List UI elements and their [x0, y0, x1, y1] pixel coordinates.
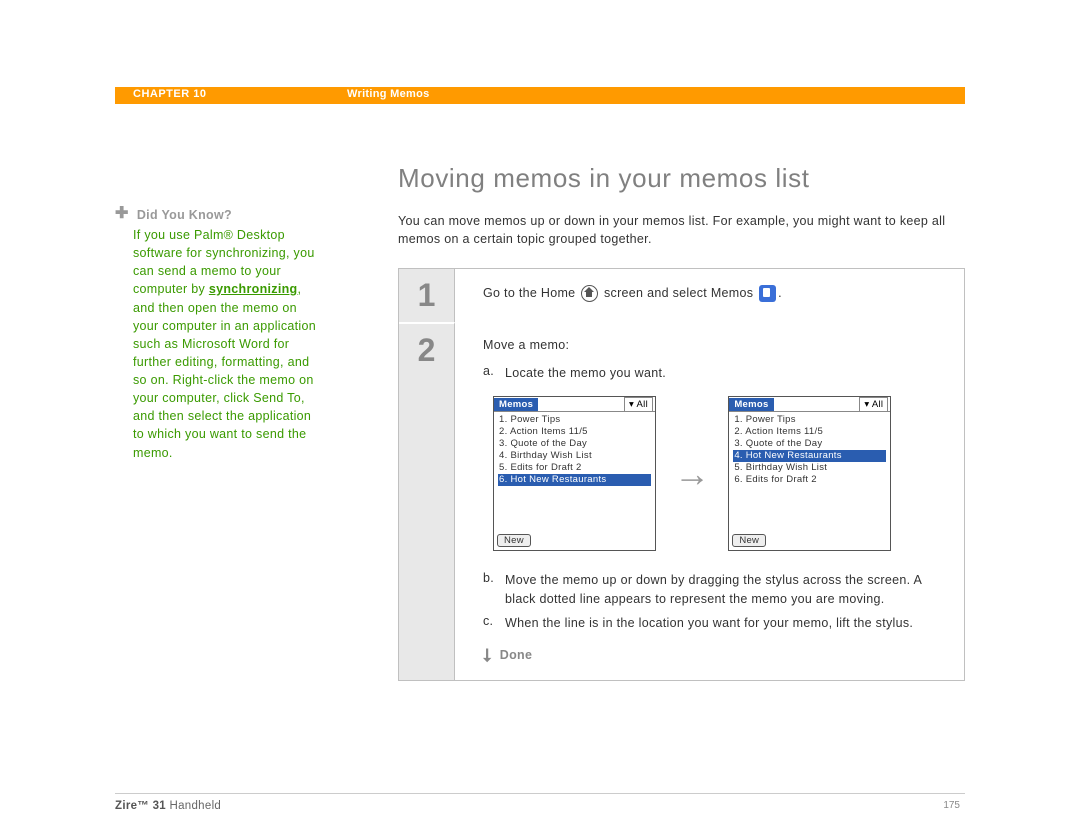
plus-icon: ✚: [115, 206, 128, 222]
memo-item: 3. Quote of the Day: [733, 438, 886, 450]
memo-item: 2. Action Items 11/5: [733, 426, 886, 438]
step-number-2: 2: [399, 322, 455, 680]
memo-item: 4. Hot New Restaurants: [733, 450, 886, 462]
memo-item: 2. Action Items 11/5: [498, 426, 651, 438]
screenshot-row: Memos ▾ All 1. Power Tips2. Action Items…: [493, 396, 942, 551]
chapter-title: Writing Memos: [347, 88, 430, 100]
memo-item: 4. Birthday Wish List: [498, 450, 651, 462]
done-label: Done: [500, 648, 532, 662]
did-you-know-label: Did You Know?: [137, 208, 232, 222]
page-heading: Moving memos in your memos list: [398, 163, 965, 194]
category-dropdown: ▾ All: [624, 397, 653, 412]
main-content: Moving memos in your memos list You can …: [398, 163, 965, 681]
step-1-text: Go to the Home screen and select Memos .: [483, 286, 782, 300]
chapter-header: CHAPTER 10 Writing Memos: [115, 87, 965, 104]
memo-list-before: 1. Power Tips2. Action Items 11/53. Quot…: [494, 411, 655, 531]
arrow-right-icon: →: [674, 453, 710, 495]
chapter-number: CHAPTER 10: [133, 88, 206, 100]
step-1: 1 Go to the Home screen and select Memos…: [399, 269, 964, 322]
category-dropdown: ▾ All: [859, 397, 888, 412]
new-button: New: [497, 534, 531, 547]
substep-a: a. Locate the memo you want.: [483, 364, 942, 382]
memos-screenshot-before: Memos ▾ All 1. Power Tips2. Action Items…: [493, 396, 656, 551]
intro-text: You can move memos up or down in your me…: [398, 212, 965, 248]
substep-b: b. Move the memo up or down by dragging …: [483, 571, 942, 607]
did-you-know-text: If you use Palm® Desktop software for sy…: [133, 226, 325, 462]
step-2: 2 Move a memo: a. Locate the memo you wa…: [399, 322, 964, 680]
memos-title: Memos: [729, 398, 773, 411]
memo-item: 6. Edits for Draft 2: [733, 474, 886, 486]
memos-screenshot-after: Memos ▾ All 1. Power Tips2. Action Items…: [728, 396, 891, 551]
memos-app-icon: [759, 285, 776, 302]
home-icon: [581, 285, 598, 302]
memo-item: 5. Birthday Wish List: [733, 462, 886, 474]
memo-item: 3. Quote of the Day: [498, 438, 651, 450]
footer-product: Zire™ 31 Handheld: [115, 800, 221, 812]
memo-item: 1. Power Tips: [733, 414, 886, 426]
done-arrow-icon: ⭣: [483, 646, 492, 664]
footer-divider: [115, 793, 965, 794]
done-indicator: ⭣ Done: [483, 646, 942, 664]
memo-item: 1. Power Tips: [498, 414, 651, 426]
memo-item: 6. Hot New Restaurants: [498, 474, 651, 486]
substep-c: c. When the line is in the location you …: [483, 614, 942, 632]
memo-item: 5. Edits for Draft 2: [498, 462, 651, 474]
memos-title: Memos: [494, 398, 538, 411]
sidebar-did-you-know: ✚ Did You Know? If you use Palm® Desktop…: [115, 206, 325, 462]
synchronizing-link[interactable]: synchronizing: [209, 282, 298, 296]
steps-container: 1 Go to the Home screen and select Memos…: [398, 268, 965, 681]
step-2-intro: Move a memo:: [483, 338, 942, 352]
step-number-1: 1: [399, 269, 455, 322]
new-button: New: [732, 534, 766, 547]
memo-list-after: 1. Power Tips2. Action Items 11/53. Quot…: [729, 411, 890, 531]
page-number: 175: [943, 800, 960, 811]
